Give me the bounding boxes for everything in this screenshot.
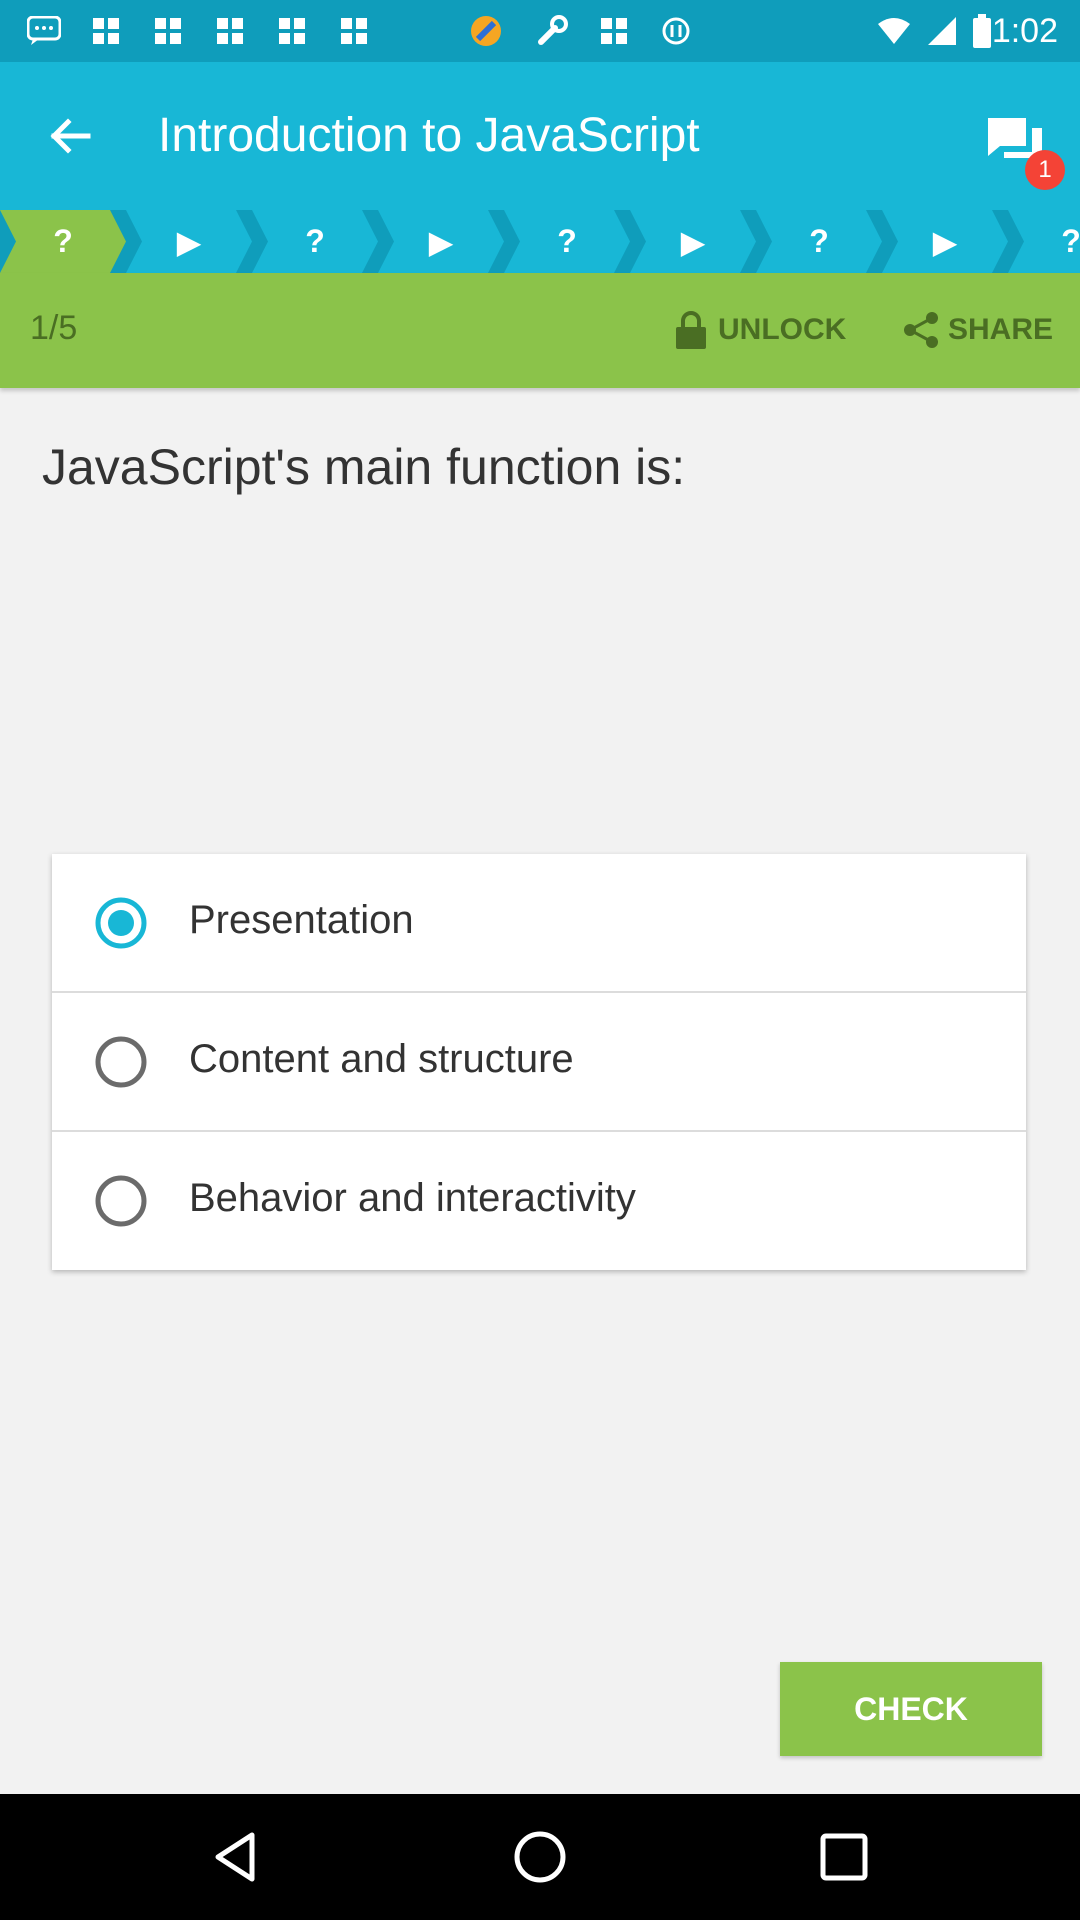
grid-icon [274, 13, 310, 49]
step-play[interactable]: ▶ [378, 210, 504, 273]
option-label: Behavior and interactivity [189, 1176, 636, 1220]
back-button[interactable] [40, 106, 100, 166]
wifi-icon [876, 13, 912, 49]
option-presentation[interactable]: Presentation [52, 854, 1026, 992]
app-logo-icon [468, 13, 504, 49]
chat-bubble-icon [26, 13, 62, 49]
unlock-label: UNLOCK [718, 313, 847, 346]
option-label: Content and structure [189, 1037, 574, 1081]
check-button[interactable]: CHECK [780, 1662, 1042, 1756]
option-content-structure[interactable]: Content and structure [52, 993, 1026, 1131]
grid-icon [336, 13, 372, 49]
play-icon: ▶ [680, 223, 706, 260]
grid-icon [150, 13, 186, 49]
radio-unselected-icon[interactable] [94, 1174, 148, 1228]
share-button[interactable]: SHARE [900, 306, 1053, 354]
option-label: Presentation [189, 898, 414, 942]
radio-selected-icon[interactable] [94, 896, 148, 950]
option-behavior-interactivity[interactable]: Behavior and interactivity [52, 1132, 1026, 1270]
step-question[interactable]: ? [0, 210, 126, 273]
signal-icon [924, 13, 960, 49]
lock-icon [670, 309, 712, 351]
question-text: JavaScript's main function is: [42, 439, 686, 495]
answer-options: Presentation Content and structure Behav… [52, 854, 1026, 1270]
sync-icon [658, 13, 694, 49]
step-play[interactable]: ▶ [882, 210, 1008, 273]
play-icon: ▶ [932, 223, 958, 260]
lesson-steps: ? ▶ ? ▶ ? ▶ ? ▶ ? [0, 210, 1080, 273]
step-question[interactable]: ? [252, 210, 378, 273]
question-icon: ? [53, 223, 73, 259]
step-question[interactable]: ? [504, 210, 630, 273]
question-icon: ? [557, 223, 577, 259]
back-arrow-icon [50, 118, 91, 154]
share-icon [900, 309, 942, 351]
clock: 1:02 [991, 12, 1058, 50]
wrench-icon [534, 13, 570, 49]
app-bar: Introduction to JavaScript 1 [0, 62, 1080, 210]
recents-square-icon[interactable] [814, 1827, 874, 1887]
progress-counter: 1/5 [30, 309, 78, 347]
step-question[interactable]: ? [1008, 210, 1080, 273]
status-bar: 1:02 [0, 0, 1080, 62]
navigation-bar [0, 1794, 1080, 1920]
question-icon: ? [809, 223, 829, 259]
question-icon: ? [1061, 223, 1080, 259]
question-icon: ? [305, 223, 325, 259]
play-icon: ▶ [428, 223, 454, 260]
share-label: SHARE [948, 313, 1054, 346]
step-question[interactable]: ? [756, 210, 882, 273]
notification-badge: 1 [1025, 150, 1065, 190]
grid-icon [596, 13, 632, 49]
grid-icon [88, 13, 124, 49]
lesson-toolbar: 1/5 UNLOCK SHARE [0, 273, 1080, 388]
play-icon: ▶ [176, 223, 202, 260]
step-play[interactable]: ▶ [630, 210, 756, 273]
app-title: Introduction to JavaScript [158, 109, 700, 162]
radio-unselected-icon[interactable] [94, 1035, 148, 1089]
unlock-button[interactable]: UNLOCK [670, 306, 846, 354]
step-play[interactable]: ▶ [126, 210, 252, 273]
back-triangle-icon[interactable] [206, 1827, 266, 1887]
home-circle-icon[interactable] [510, 1827, 570, 1887]
grid-icon [212, 13, 248, 49]
